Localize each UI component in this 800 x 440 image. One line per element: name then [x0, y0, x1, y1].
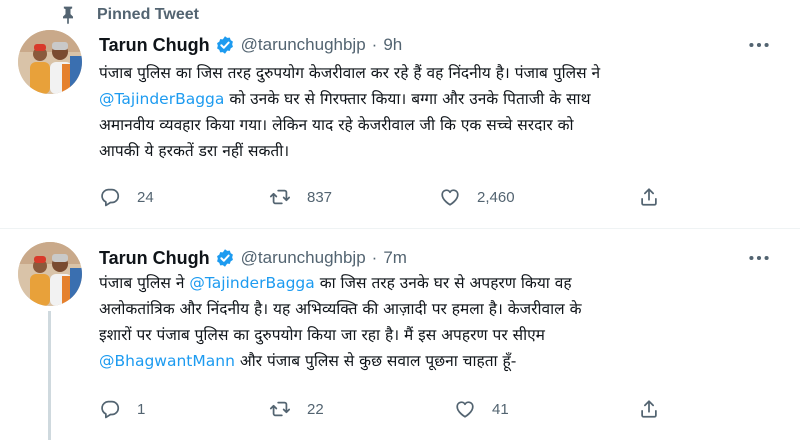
like-icon [456, 401, 474, 418]
tweet-actions: 24 837 2,460 [99, 182, 699, 212]
tweet-time[interactable]: 7m [383, 248, 407, 268]
verified-badge-icon [216, 249, 233, 267]
tweet-header: Tarun Chugh @tarunchughbjp · 7m [99, 245, 407, 271]
tweet-actions: 1 22 41 [99, 394, 699, 424]
mention-link[interactable]: @TajinderBagga [99, 90, 224, 108]
tweet-text-line: @TajinderBagga को उनके घर से गिरफ्तार कि… [99, 90, 591, 108]
reply-count: 1 [137, 400, 146, 418]
like-button[interactable]: 2,460 [439, 182, 515, 212]
separator-dot: · [371, 248, 378, 267]
reply-count: 24 [137, 188, 154, 206]
retweet-icon [269, 189, 291, 205]
reply-button[interactable]: 1 [99, 394, 145, 424]
retweet-count: 837 [307, 188, 333, 206]
tweet[interactable]: Tarun Chugh @tarunchughbjp · 7m पंजाब पु… [0, 229, 800, 440]
tweet-text-line: @BhagwantMann और पंजाब पुलिस से कुछ सवाल… [99, 352, 517, 370]
more-options-icon[interactable] [746, 245, 772, 271]
like-count: 2,460 [477, 188, 515, 206]
tweet-text-line: अमानवीय व्यवहार किया गया। लेकिन याद रहे … [99, 116, 574, 134]
mention-link[interactable]: @BhagwantMann [99, 352, 235, 370]
tweet-text-line: आपकी ये हरकतें डरा नहीं सकती। [99, 142, 290, 160]
retweet-count: 22 [307, 400, 324, 418]
share-icon [641, 400, 657, 418]
more-options-icon[interactable] [746, 32, 772, 58]
tweet-text-line: पंजाब पुलिस ने @TajinderBagga का जिस तरह… [99, 274, 572, 292]
tweet-text-line: इशारों पर पंजाब पुलिस का दुरुपयोग किया ज… [99, 326, 545, 344]
like-button[interactable]: 41 [454, 394, 509, 424]
tweet-text: पंजाब पुलिस का जिस तरह दुरुपयोग केजरीवाल… [99, 60, 789, 164]
share-button[interactable] [638, 394, 660, 424]
like-icon [441, 189, 459, 206]
tweet-header: Tarun Chugh @tarunchughbjp · 9h [99, 32, 402, 58]
separator-dot: · [371, 35, 378, 54]
author-handle[interactable]: @tarunchughbjp [241, 248, 366, 268]
reply-icon [101, 188, 120, 207]
tweet-text: पंजाब पुलिस ने @TajinderBagga का जिस तरह… [99, 270, 789, 374]
avatar[interactable] [18, 30, 82, 94]
thread-connector [48, 311, 51, 440]
author-name[interactable]: Tarun Chugh [99, 35, 210, 56]
tweet-text-line: पंजाब पुलिस का जिस तरह दुरुपयोग केजरीवाल… [99, 64, 601, 82]
retweet-icon [269, 401, 291, 417]
author-name[interactable]: Tarun Chugh [99, 248, 210, 269]
tweet-text-line: अलोकतांत्रिक और निंदनीय है। यह अभिव्यक्त… [99, 300, 582, 318]
retweet-button[interactable]: 22 [269, 394, 324, 424]
author-handle[interactable]: @tarunchughbjp [241, 35, 366, 55]
retweet-button[interactable]: 837 [269, 182, 332, 212]
tweet-pinned[interactable]: Tarun Chugh @tarunchughbjp · 9h पंजाब पु… [0, 0, 800, 228]
verified-badge-icon [216, 36, 233, 54]
mention-link[interactable]: @TajinderBagga [189, 274, 314, 292]
reply-icon [101, 400, 120, 419]
avatar[interactable] [18, 242, 82, 306]
share-button[interactable] [638, 182, 660, 212]
share-icon [641, 188, 657, 206]
like-count: 41 [492, 400, 509, 418]
reply-button[interactable]: 24 [99, 182, 154, 212]
tweet-time[interactable]: 9h [383, 35, 402, 55]
